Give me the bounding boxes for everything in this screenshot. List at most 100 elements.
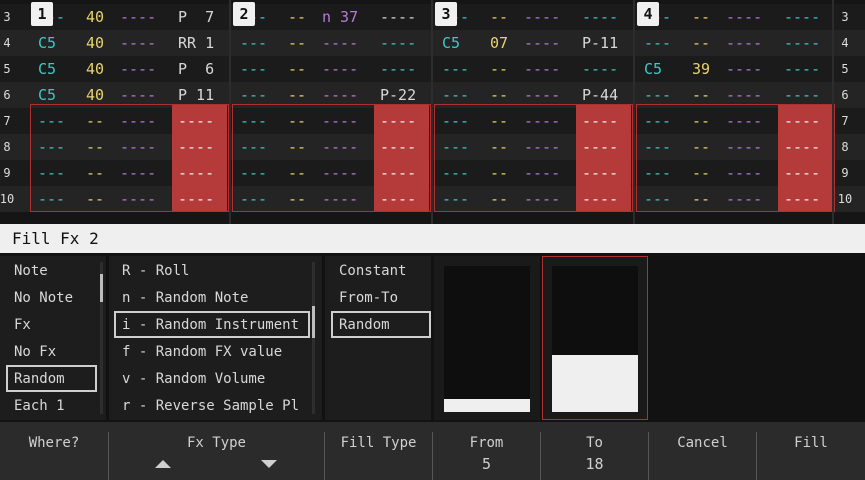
cell-fx[interactable]: ---- <box>524 30 560 56</box>
cell-note[interactable]: --- <box>442 134 469 160</box>
cell-value[interactable]: ---- <box>380 160 416 186</box>
from-slider[interactable] <box>444 266 530 412</box>
cell-value[interactable]: ---- <box>380 108 416 134</box>
cell-inst[interactable]: -- <box>692 186 710 212</box>
cell-fx[interactable]: ---- <box>322 82 358 108</box>
fx-type-scrollbar[interactable] <box>312 262 315 414</box>
cell-inst[interactable]: -- <box>86 160 104 186</box>
cell-fx[interactable]: ---- <box>322 186 358 212</box>
cell-fx[interactable]: ---- <box>322 108 358 134</box>
cell-inst[interactable]: -- <box>490 82 508 108</box>
cell-note[interactable]: --- <box>240 56 267 82</box>
cancel-button[interactable]: Cancel <box>649 422 756 480</box>
fill-type-list-item[interactable]: Constant <box>339 260 406 282</box>
fx-type-list-item[interactable]: v - Random Volume <box>122 368 265 390</box>
cell-fx[interactable]: ---- <box>726 4 762 30</box>
cell-fx[interactable]: ---- <box>120 108 156 134</box>
cell-value[interactable]: ---- <box>784 56 820 82</box>
cell-note[interactable]: C5 <box>442 30 460 56</box>
cell-note[interactable]: --- <box>644 134 671 160</box>
cell-inst[interactable]: -- <box>692 4 710 30</box>
cell-inst[interactable]: -- <box>288 186 306 212</box>
cell-fx[interactable]: ---- <box>726 82 762 108</box>
fx-type-list-item[interactable]: r - Reverse Sample Pl <box>122 395 299 417</box>
cell-value[interactable]: ---- <box>380 30 416 56</box>
cell-value[interactable]: ---- <box>582 160 618 186</box>
cell-fx[interactable]: ---- <box>726 30 762 56</box>
cell-value[interactable]: P 11 <box>178 82 214 108</box>
cell-value[interactable]: ---- <box>784 30 820 56</box>
cell-inst[interactable]: -- <box>490 134 508 160</box>
cell-inst[interactable]: 40 <box>86 56 104 82</box>
cell-inst[interactable]: -- <box>490 160 508 186</box>
cell-value[interactable]: ---- <box>582 56 618 82</box>
cell-inst[interactable]: -- <box>288 4 306 30</box>
cell-value[interactable]: ---- <box>178 134 214 160</box>
cell-inst[interactable]: -- <box>490 56 508 82</box>
cell-fx[interactable]: ---- <box>120 160 156 186</box>
to-slider[interactable] <box>552 266 638 412</box>
cell-value[interactable]: ---- <box>784 108 820 134</box>
cell-fx[interactable]: ---- <box>726 186 762 212</box>
cell-inst[interactable]: -- <box>288 30 306 56</box>
cell-fx[interactable]: ---- <box>524 186 560 212</box>
cell-fx[interactable]: ---- <box>120 56 156 82</box>
cell-note[interactable]: C5 <box>38 56 56 82</box>
cell-inst[interactable]: -- <box>490 186 508 212</box>
cell-inst[interactable]: -- <box>692 160 710 186</box>
cell-inst[interactable]: -- <box>86 186 104 212</box>
where-button[interactable]: Where? <box>0 422 108 480</box>
track-label[interactable]: 1 <box>31 2 53 26</box>
track-label[interactable]: 3 <box>435 2 457 26</box>
fx-type-list-item[interactable]: f - Random FX value <box>122 341 282 363</box>
cell-inst[interactable]: -- <box>288 160 306 186</box>
where-list-item[interactable]: Each 1 <box>14 395 65 417</box>
cell-value[interactable]: ---- <box>380 186 416 212</box>
arrow-up-icon[interactable] <box>155 460 171 468</box>
cell-value[interactable]: ---- <box>380 134 416 160</box>
cell-note[interactable]: --- <box>442 108 469 134</box>
cell-note[interactable]: --- <box>240 186 267 212</box>
where-scrollbar-thumb[interactable] <box>100 274 103 302</box>
cell-value[interactable]: P-11 <box>582 30 618 56</box>
cell-inst[interactable]: -- <box>86 108 104 134</box>
cell-fx[interactable]: ---- <box>120 82 156 108</box>
cell-value[interactable]: ---- <box>178 186 214 212</box>
cell-value[interactable]: ---- <box>784 186 820 212</box>
where-list-item[interactable]: No Fx <box>14 341 56 363</box>
arrow-down-icon[interactable] <box>261 460 277 468</box>
from-button[interactable]: From 5 <box>433 422 540 480</box>
cell-note[interactable]: --- <box>38 108 65 134</box>
cell-inst[interactable]: -- <box>288 82 306 108</box>
cell-note[interactable]: --- <box>240 134 267 160</box>
cell-inst[interactable]: -- <box>692 82 710 108</box>
cell-inst[interactable]: 40 <box>86 4 104 30</box>
cell-fx[interactable]: ---- <box>322 30 358 56</box>
cell-fx[interactable]: ---- <box>726 160 762 186</box>
cell-fx[interactable]: ---- <box>322 56 358 82</box>
cell-value[interactable]: ---- <box>784 82 820 108</box>
fx-type-list-item[interactable]: n - Random Note <box>122 287 248 309</box>
cell-inst[interactable]: 39 <box>692 56 710 82</box>
cell-fx[interactable]: ---- <box>726 134 762 160</box>
cell-inst[interactable]: 40 <box>86 82 104 108</box>
cell-fx[interactable]: ---- <box>524 134 560 160</box>
cell-note[interactable]: --- <box>442 160 469 186</box>
cell-inst[interactable]: -- <box>288 134 306 160</box>
cell-value[interactable]: ---- <box>582 186 618 212</box>
cell-value[interactable]: P-44 <box>582 82 618 108</box>
cell-value[interactable]: ---- <box>380 4 416 30</box>
cell-note[interactable]: C5 <box>644 56 662 82</box>
cell-fx[interactable]: ---- <box>120 134 156 160</box>
cell-inst[interactable]: -- <box>288 108 306 134</box>
cell-value[interactable]: P 6 <box>178 56 214 82</box>
cell-note[interactable]: --- <box>442 56 469 82</box>
cell-value[interactable]: ---- <box>784 4 820 30</box>
fx-type-list-item[interactable]: R - Roll <box>122 260 189 282</box>
cell-note[interactable]: --- <box>644 160 671 186</box>
cell-inst[interactable]: -- <box>692 134 710 160</box>
cell-value[interactable]: ---- <box>582 4 618 30</box>
where-list-item[interactable]: Fx <box>14 314 31 336</box>
fx-type-scrollbar-thumb[interactable] <box>312 306 315 338</box>
cell-fx[interactable]: ---- <box>120 4 156 30</box>
